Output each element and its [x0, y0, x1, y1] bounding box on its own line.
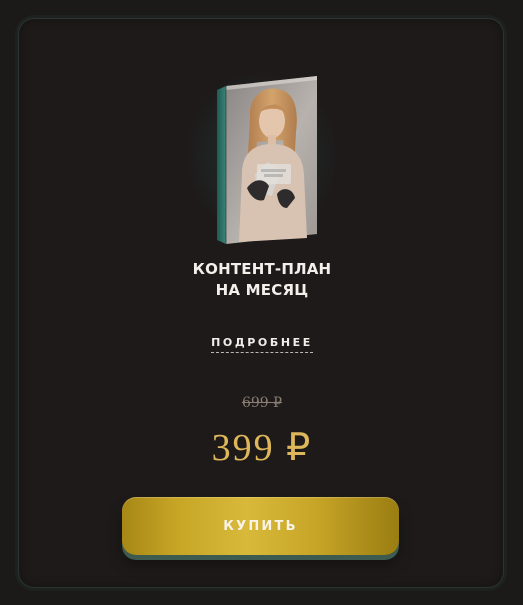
book-cover-image[interactable]: [217, 74, 317, 246]
product-card: КОНТЕНТ-ПЛАН НА МЕСЯЦ ПОДРОБНЕЕ 699 ₽ 39…: [18, 18, 504, 588]
product-title-line-1: КОНТЕНТ-ПЛАН: [192, 260, 332, 278]
buy-button[interactable]: КУПИТЬ: [122, 497, 399, 555]
page: КОНТЕНТ-ПЛАН НА МЕСЯЦ ПОДРОБНЕЕ 699 ₽ 39…: [0, 0, 523, 605]
buy-button-wrap: КУПИТЬ: [122, 497, 399, 555]
old-price: 699 ₽: [241, 395, 283, 411]
details-link[interactable]: ПОДРОБНЕЕ: [211, 336, 313, 353]
current-price: 399 ₽: [211, 427, 313, 469]
details-row: ПОДРОБНЕЕ: [19, 333, 505, 353]
product-title-line-2: НА МЕСЯЦ: [215, 281, 309, 299]
product-title: КОНТЕНТ-ПЛАН НА МЕСЯЦ: [19, 259, 505, 301]
